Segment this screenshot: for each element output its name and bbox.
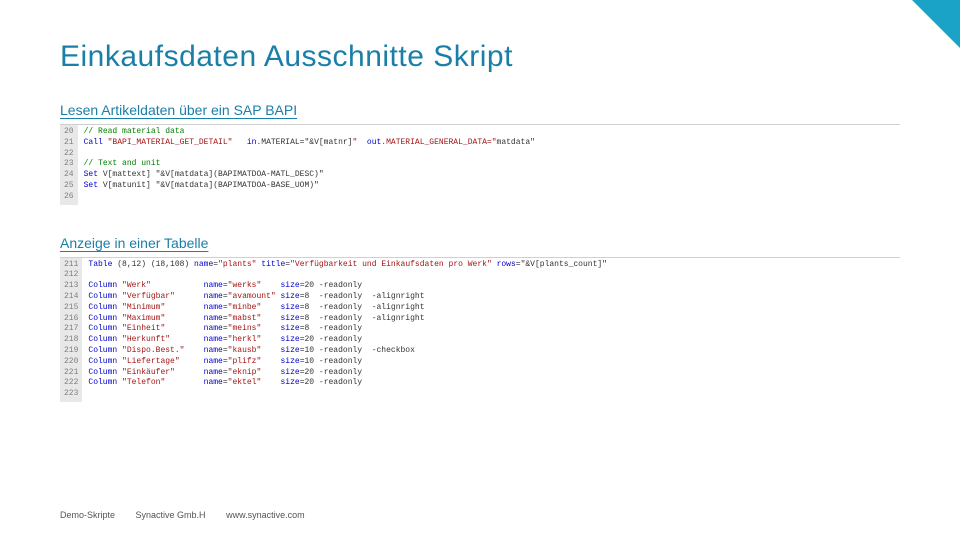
slide-accent [912, 0, 960, 48]
slide-body: Einkaufsdaten Ausschnitte Skript Lesen A… [0, 0, 960, 452]
footer-right: www.synactive.com [226, 510, 305, 520]
page-title: Einkaufsdaten Ausschnitte Skript [60, 40, 900, 74]
footer-left: Demo-Skripte [60, 510, 115, 520]
code1-gutter: 20 21 22 23 24 25 26 [60, 125, 78, 205]
code1-content: // Read material data Call "BAPI_MATERIA… [78, 125, 541, 205]
footer: Demo-Skripte Synactive Gmb.H www.synacti… [60, 510, 323, 520]
footer-mid: Synactive Gmb.H [136, 510, 206, 520]
code2-gutter: 211 212 213 214 215 216 217 218 219 220 … [60, 258, 82, 402]
code-block-1: 20 21 22 23 24 25 26 // Read material da… [60, 124, 900, 205]
code-block-2: 211 212 213 214 215 216 217 218 219 220 … [60, 257, 900, 402]
code2-content: Table (8,12) (18,108) name="plants" titl… [82, 258, 613, 402]
section1-heading: Lesen Artikeldaten über ein SAP BAPI [60, 102, 900, 118]
section2-heading: Anzeige in einer Tabelle [60, 235, 900, 251]
